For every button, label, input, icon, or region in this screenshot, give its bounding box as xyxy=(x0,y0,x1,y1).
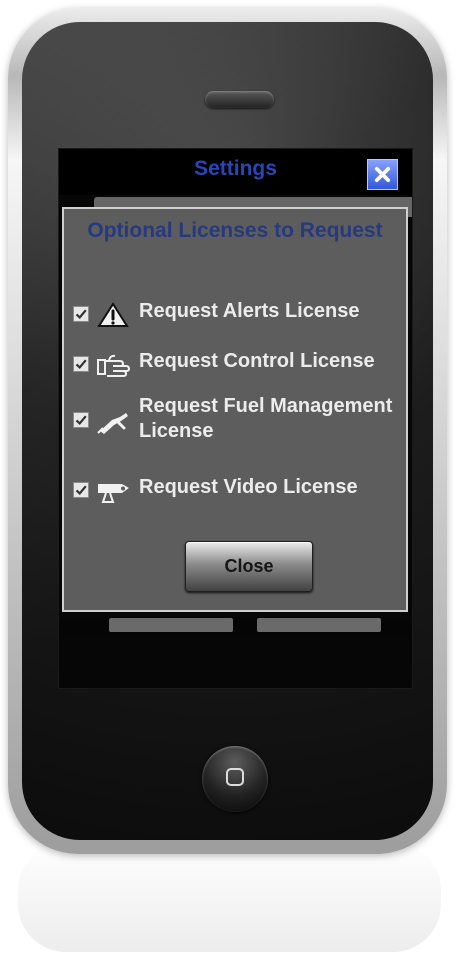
alerts-license-label: Request Alerts License xyxy=(139,300,360,322)
video-license-label: Request Video License xyxy=(139,476,358,498)
phone-speaker xyxy=(205,91,274,108)
checkmark-icon xyxy=(75,359,87,369)
phone-frame: Settings Optional Licenses to Request Re… xyxy=(8,8,447,854)
checkmark-icon xyxy=(75,485,87,495)
hand-pointer-icon xyxy=(97,354,131,377)
video-camera-icon xyxy=(98,484,129,503)
close-icon[interactable] xyxy=(367,159,398,190)
warning-icon xyxy=(97,302,129,327)
video-license-option[interactable]: Request Video License xyxy=(73,475,403,517)
alerts-license-option[interactable]: Request Alerts License xyxy=(73,299,403,341)
control-license-option[interactable]: Request Control License xyxy=(73,349,403,391)
iphone-app-screenshot: Settings Optional Licenses to Request Re… xyxy=(0,0,459,961)
checkmark-icon xyxy=(75,415,87,425)
fuel-nozzle-icon xyxy=(97,413,128,434)
alerts-license-checkbox[interactable] xyxy=(73,306,89,322)
page-title: Settings xyxy=(194,157,277,180)
fuel-management-license-option[interactable]: Request Fuel Management License xyxy=(73,394,403,452)
control-license-label: Request Control License xyxy=(139,350,375,372)
x-icon xyxy=(374,166,391,183)
home-square-icon xyxy=(226,768,244,786)
phone-body: Settings Optional Licenses to Request Re… xyxy=(22,22,433,840)
app-screen: Settings Optional Licenses to Request Re… xyxy=(58,148,413,689)
dialog-title: Optional Licenses to Request xyxy=(87,219,383,242)
home-button[interactable] xyxy=(202,746,268,812)
fuel-management-license-label: Request Fuel Management License xyxy=(139,395,393,442)
close-button-label: Close xyxy=(224,556,274,576)
fuel-management-license-checkbox[interactable] xyxy=(73,412,89,428)
checkmark-icon xyxy=(75,309,87,319)
bottom-tab-right xyxy=(257,618,381,632)
control-license-checkbox[interactable] xyxy=(73,356,89,372)
title-bar: Settings xyxy=(59,149,412,195)
bottom-tab-left xyxy=(109,618,233,632)
phone-reflection xyxy=(18,842,441,952)
close-button[interactable]: Close xyxy=(185,541,313,592)
license-dialog: Optional Licenses to Request Request Ale… xyxy=(62,207,408,612)
video-license-checkbox[interactable] xyxy=(73,482,89,498)
